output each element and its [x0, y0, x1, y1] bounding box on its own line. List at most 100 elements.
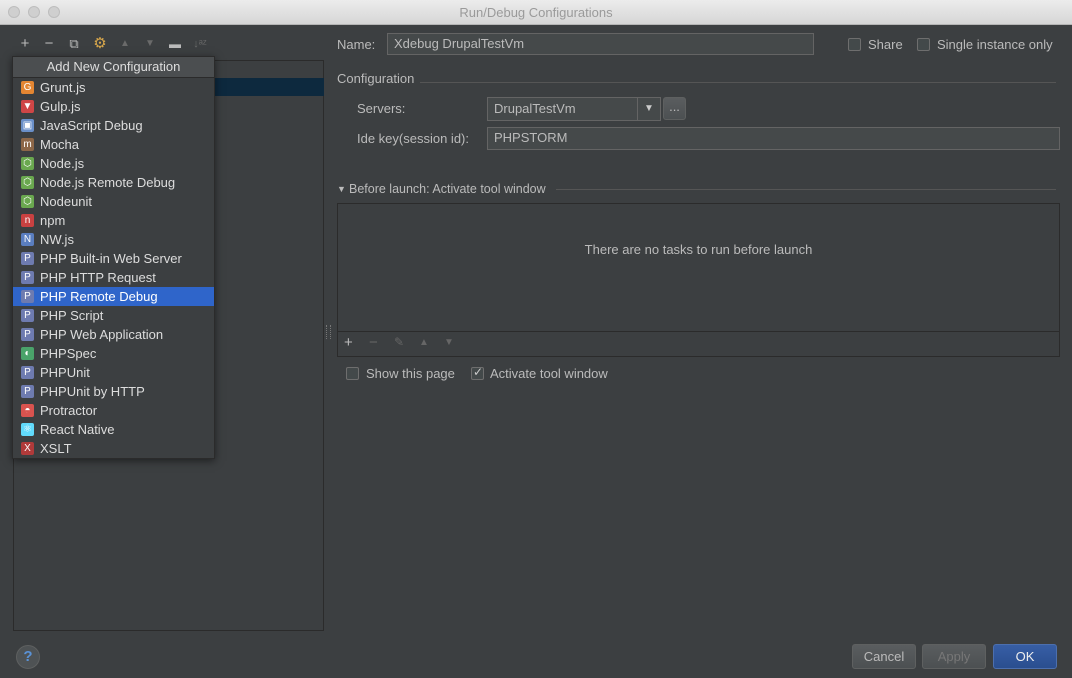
share-checkbox[interactable]: [848, 38, 861, 51]
name-label: Name:: [337, 37, 376, 52]
popup-item-label: NW.js: [40, 232, 74, 247]
splitter-handle[interactable]: [326, 325, 331, 339]
remove-task-icon[interactable]: −: [369, 334, 378, 351]
popup-item-label: Grunt.js: [40, 80, 86, 95]
popup-item[interactable]: X XSLT: [13, 439, 214, 458]
popup-item-label: PHPSpec: [40, 346, 97, 361]
show-page-checkbox[interactable]: [346, 367, 359, 380]
edit-task-icon[interactable]: ✎: [394, 335, 404, 349]
before-launch-heading[interactable]: Before launch: Activate tool window: [349, 182, 546, 196]
activate-tool-window-checkbox[interactable]: [471, 365, 484, 380]
popup-item-label: Mocha: [40, 137, 80, 152]
name-input[interactable]: Xdebug DrupalTestVm: [387, 33, 814, 55]
popup-item[interactable]: P PHPUnit by HTTP: [13, 382, 214, 401]
add-task-icon[interactable]: +: [344, 334, 353, 351]
popup-item-label: JavaScript Debug: [40, 118, 143, 133]
popup-item[interactable]: P PHP HTTP Request: [13, 268, 214, 287]
popup-header: Add New Configuration: [13, 57, 214, 78]
title-bar: Run/Debug Configurations: [0, 0, 1072, 25]
move-task-up-icon[interactable]: ▲: [419, 337, 429, 348]
show-page-label: Show this page: [366, 366, 455, 381]
react-icon: ⚛: [21, 423, 34, 436]
popup-item[interactable]: ◓ Protractor: [13, 401, 214, 420]
add-new-configuration-popup: Add New Configuration G Grunt.js ▼ Gulp.js ▣…: [12, 56, 215, 459]
php-icon: P: [21, 309, 34, 322]
popup-item[interactable]: P PHPUnit: [13, 363, 214, 382]
js-debug-icon: ▣: [21, 119, 34, 132]
popup-item-label: PHP Script: [40, 308, 104, 323]
nwjs-icon: N: [21, 233, 34, 246]
popup-item[interactable]: ⬡ Nodeunit: [13, 192, 214, 211]
php-icon: P: [21, 252, 34, 265]
move-task-down-icon[interactable]: ▼: [444, 337, 454, 348]
before-launch-separator: [556, 189, 1056, 190]
tree-selected-row[interactable]: [214, 78, 324, 96]
popup-item[interactable]: P PHP Script: [13, 306, 214, 325]
popup-item-label: PHPUnit by HTTP: [40, 384, 145, 399]
popup-item-label: XSLT: [40, 441, 72, 456]
npm-icon: n: [21, 214, 34, 227]
popup-item-label: npm: [40, 213, 66, 228]
popup-item-label: Node.js: [40, 156, 85, 171]
cancel-button[interactable]: Cancel: [852, 644, 916, 669]
grunt-icon: G: [21, 81, 34, 94]
add-icon[interactable]: +: [16, 35, 34, 53]
help-button[interactable]: ?: [16, 645, 40, 669]
ok-button[interactable]: OK: [993, 644, 1057, 669]
popup-item-label: Gulp.js: [40, 99, 81, 114]
ide-key-label: Ide key(session id):: [357, 131, 469, 146]
wrench-icon[interactable]: ⚙: [91, 35, 109, 53]
before-launch-tasks: There are no tasks to run before launch …: [337, 203, 1060, 357]
popup-item[interactable]: ⬡ Node.js Remote Debug: [13, 173, 214, 192]
copy-icon[interactable]: ⧉: [65, 35, 83, 53]
collapse-triangle-icon[interactable]: ▼: [337, 184, 346, 194]
servers-browse-button[interactable]: ...: [663, 97, 686, 120]
popup-item-label: PHP Built-in Web Server: [40, 251, 182, 266]
xslt-icon: X: [21, 442, 34, 455]
mocha-icon: m: [21, 138, 34, 151]
popup-item[interactable]: ⚛ React Native: [13, 420, 214, 439]
popup-item-label: Protractor: [40, 403, 98, 418]
no-tasks-message: There are no tasks to run before launch: [584, 242, 813, 257]
folder-icon[interactable]: ▬: [166, 35, 184, 53]
servers-select-value: DrupalTestVm: [494, 101, 576, 116]
move-up-icon[interactable]: ▲: [116, 35, 134, 53]
configuration-separator: [420, 82, 1056, 83]
popup-item-label: PHP Remote Debug: [40, 289, 158, 304]
configuration-heading: Configuration: [337, 71, 415, 86]
php-icon: P: [21, 290, 34, 303]
remove-icon[interactable]: −: [40, 35, 58, 53]
popup-item-label: PHP HTTP Request: [40, 270, 156, 285]
gulp-icon: ▼: [21, 100, 34, 113]
popup-item[interactable]: P PHP Web Application: [13, 325, 214, 344]
popup-item-label: PHP Web Application: [40, 327, 164, 342]
nodejs-remote-icon: ⬡: [21, 176, 34, 189]
popup-item[interactable]: P PHP Remote Debug: [13, 287, 214, 306]
servers-select[interactable]: DrupalTestVm ▼: [487, 97, 661, 121]
popup-item[interactable]: G Grunt.js: [13, 78, 214, 97]
apply-button[interactable]: Apply: [922, 644, 986, 669]
servers-label: Servers:: [357, 101, 406, 116]
popup-item-label: React Native: [40, 422, 115, 437]
popup-item[interactable]: m Mocha: [13, 135, 214, 154]
share-label: Share: [868, 37, 903, 52]
sort-icon[interactable]: ↓ᵃᶻ: [191, 35, 209, 53]
popup-list: G Grunt.js ▼ Gulp.js ▣ JavaScript Debug m Mocha…: [13, 78, 214, 458]
popup-item[interactable]: N NW.js: [13, 230, 214, 249]
chevron-down-icon: ▼: [637, 98, 660, 120]
popup-item[interactable]: ▼ Gulp.js: [13, 97, 214, 116]
phpunit-icon: P: [21, 385, 34, 398]
single-instance-checkbox[interactable]: [917, 38, 930, 51]
popup-item[interactable]: ▣ JavaScript Debug: [13, 116, 214, 135]
popup-item-label: PHPUnit: [40, 365, 90, 380]
protractor-icon: ◓: [21, 404, 34, 417]
popup-item[interactable]: P PHP Built-in Web Server: [13, 249, 214, 268]
nodeunit-icon: ⬡: [21, 195, 34, 208]
popup-item[interactable]: ◐ PHPSpec: [13, 344, 214, 363]
php-icon: P: [21, 271, 34, 284]
ide-key-input[interactable]: PHPSTORM: [487, 127, 1060, 150]
popup-item[interactable]: ⬡ Node.js: [13, 154, 214, 173]
popup-item[interactable]: n npm: [13, 211, 214, 230]
move-down-icon[interactable]: ▼: [141, 35, 159, 53]
window-title: Run/Debug Configurations: [459, 5, 613, 20]
